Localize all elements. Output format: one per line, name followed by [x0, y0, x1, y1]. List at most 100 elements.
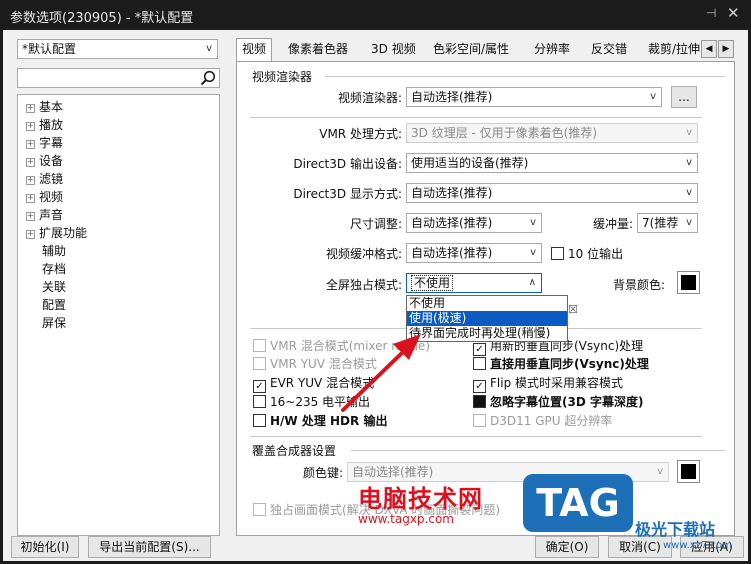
tree-item[interactable]: 辅助	[42, 242, 66, 260]
tree-item-label: 声音	[39, 208, 64, 222]
separator	[250, 436, 702, 437]
tree-item[interactable]: 关联	[42, 278, 66, 296]
checkbox-label: 忽略字幕位置(3D 字幕深度)	[490, 395, 644, 409]
separator	[250, 117, 702, 118]
check-icon[interactable]: ✓	[253, 380, 266, 393]
checkbox-label: D3D11 GPU 超分辨率	[490, 414, 613, 428]
dropdown-option[interactable]: 不使用	[407, 296, 567, 311]
checkbox-box[interactable]	[253, 414, 266, 427]
expand-icon[interactable]: +	[26, 212, 35, 221]
check-icon[interactable]: ✓	[473, 343, 486, 356]
check-icon[interactable]: ✓	[473, 380, 486, 393]
fullscreen-value: 不使用	[411, 275, 454, 291]
expand-icon[interactable]: +	[26, 230, 35, 239]
ok-button[interactable]: 确定(O)	[535, 536, 599, 558]
chevron-down-icon: v	[686, 217, 692, 228]
tab-deinterlace[interactable]: 反交错	[586, 39, 632, 61]
tab-color-space[interactable]: 色彩空间/属性	[428, 39, 514, 61]
tree-item[interactable]: 配置	[42, 296, 66, 314]
checkbox-box[interactable]	[253, 395, 266, 408]
resize-combo[interactable]: 自动选择(推荐) v	[406, 213, 542, 233]
checkbox-box[interactable]	[473, 357, 486, 370]
group-separator	[325, 76, 725, 77]
checkbox-box	[473, 414, 486, 427]
renderer-combo[interactable]: 自动选择(推荐) v	[406, 87, 662, 107]
tree-item-label: 关联	[42, 280, 67, 294]
expand-icon[interactable]: +	[26, 176, 35, 185]
ten-bit-label: 10 位输出	[568, 247, 624, 261]
tab-resolution[interactable]: 分辨率	[529, 39, 575, 61]
tree-item[interactable]: + 字幕	[26, 134, 63, 152]
vmr-value: 3D 纹理层 - 仅用于像素着色(推荐)	[411, 126, 598, 140]
tree-item[interactable]: 存档	[42, 260, 66, 278]
tree-item[interactable]: + 播放	[26, 116, 63, 134]
tab-scroll-right-icon[interactable]: ▶	[718, 40, 734, 58]
ten-bit-checkbox[interactable]: 10 位输出	[551, 247, 623, 261]
expand-icon[interactable]: +	[26, 104, 35, 113]
chevron-down-icon: v	[686, 127, 692, 138]
bgcolor-swatch[interactable]	[677, 271, 700, 294]
direct-vsync-checkbox[interactable]: 直接用垂直同步(Vsync)处理	[473, 357, 649, 371]
tree-item[interactable]: + 基本	[26, 98, 63, 116]
settings-tree: + 基本 + 播放 + 字幕 + 设备 + 滤镜 + 视频 + 声音 + 扩展功能 辅助 存档 …	[17, 94, 220, 536]
watermark-site-name: 电脑技术网	[358, 484, 483, 513]
d3d-output-combo[interactable]: 使用适当的设备(推荐) v	[406, 153, 698, 173]
d3d-output-value: 使用适当的设备(推荐)	[411, 156, 529, 170]
renderer-more-button[interactable]: ...	[671, 86, 697, 108]
tab-crop[interactable]: 裁剪/拉伸	[643, 39, 700, 61]
overlay-group-title: 覆盖合成器设置	[252, 444, 337, 458]
tree-item[interactable]: + 滤镜	[26, 170, 63, 188]
tree-item[interactable]: + 设备	[26, 152, 63, 170]
chevron-down-icon: v	[686, 187, 692, 198]
buffer-value: 7(推荐	[642, 216, 679, 230]
ignore-subtitle-pos-checkbox[interactable]: 忽略字幕位置(3D 字幕深度)	[473, 395, 643, 409]
tree-item[interactable]: + 视频	[26, 188, 63, 206]
pin-icon[interactable]: ⊣	[706, 6, 716, 20]
dialog-client: *默认配置 v + 基本 + 播放 + 字幕 + 设备 + 滤镜 + 视频 + 声音 + 扩展功…	[3, 30, 748, 561]
export-config-button[interactable]: 导出当前配置(S)...	[88, 536, 211, 558]
buffer-format-combo[interactable]: 自动选择(推荐) v	[406, 243, 542, 263]
watermark-brand-url: www.xz7.com	[663, 540, 732, 551]
close-icon[interactable]: ✕	[727, 4, 740, 22]
flip-compat-checkbox[interactable]: ✓ Flip 模式时采用兼容模式	[473, 376, 623, 393]
tree-item-label: 播放	[39, 118, 64, 132]
chevron-down-icon: v	[530, 217, 536, 228]
buffer-format-value: 自动选择(推荐)	[411, 246, 493, 260]
chevron-up-icon: ∧	[528, 277, 536, 288]
chevron-down-icon: v	[650, 91, 656, 102]
expand-icon[interactable]: +	[26, 122, 35, 131]
buffer-combo[interactable]: 7(推荐 v	[637, 213, 698, 233]
d3d-display-combo[interactable]: 自动选择(推荐) v	[406, 183, 698, 203]
search-icon[interactable]	[200, 70, 216, 86]
colorkey-label: 颜色键:	[302, 466, 343, 480]
profile-combo-value: *默认配置	[22, 42, 77, 56]
tree-item[interactable]: + 扩展功能	[26, 224, 87, 242]
annotation-arrow-icon	[341, 334, 421, 412]
checkbox-box[interactable]	[473, 395, 486, 408]
buffer-format-label: 视频缓冲格式:	[325, 247, 402, 261]
colorkey-value: 自动选择(推荐)	[352, 465, 434, 479]
search-input[interactable]	[20, 70, 194, 88]
expand-icon[interactable]: +	[26, 158, 35, 167]
tab-3d-video[interactable]: 3D 视频	[366, 39, 421, 61]
colorkey-swatch[interactable]	[677, 460, 700, 483]
profile-combo[interactable]: *默认配置 v	[17, 39, 218, 59]
tree-item[interactable]: 屏保	[42, 314, 66, 332]
tree-item[interactable]: + 声音	[26, 206, 63, 224]
tab-pixel-shader[interactable]: 像素着色器	[283, 39, 353, 61]
expand-icon[interactable]: +	[26, 140, 35, 149]
tree-item-label: 字幕	[39, 136, 64, 150]
tab-video[interactable]: 视频	[236, 38, 273, 62]
tree-item-label: 设备	[39, 154, 64, 168]
renderer-label: 视频渲染器:	[337, 91, 402, 105]
expand-icon[interactable]: +	[26, 194, 35, 203]
resize-label: 尺寸调整:	[349, 217, 402, 231]
renderer-group-title: 视频渲染器	[252, 70, 313, 84]
fullscreen-combo[interactable]: 不使用 ∧	[406, 273, 542, 293]
tab-scroll-left-icon[interactable]: ◀	[701, 40, 717, 58]
d3d-display-value: 自动选择(推荐)	[411, 186, 493, 200]
tree-item-label: 配置	[42, 298, 67, 312]
bgcolor-label: 背景颜色:	[612, 278, 665, 292]
init-button[interactable]: 初始化(I)	[11, 536, 79, 558]
checkbox-box[interactable]	[551, 247, 564, 260]
